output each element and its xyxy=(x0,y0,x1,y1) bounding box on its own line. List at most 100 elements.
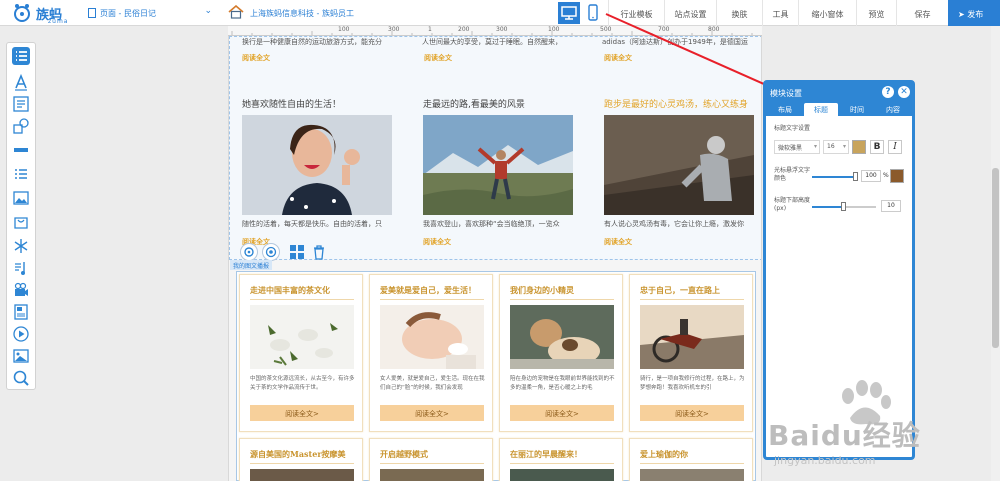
module-name-tag[interactable]: 我的图文播报 xyxy=(230,260,273,270)
font-family-value: 微软雅黑 xyxy=(778,145,803,152)
ruler-label: 100 xyxy=(548,26,560,33)
card[interactable]: 忠于自己，一直在路上 骑行，是一项自我修行的过程，在路上，为梦想奔跑！我喜欢听机… xyxy=(629,274,753,432)
read-more-link[interactable]: 阅读全文 xyxy=(604,237,632,247)
nav-preview[interactable]: 预览 xyxy=(856,0,896,26)
hover-opacity-slider[interactable] xyxy=(812,176,856,178)
card-divider xyxy=(250,463,354,464)
read-more-link[interactable]: 阅读全文 xyxy=(242,53,270,63)
card[interactable]: 开启越野模式 xyxy=(369,438,493,481)
read-more-button[interactable]: 阅读全文> xyxy=(510,405,614,421)
font-family-select[interactable]: 微软雅黑 ▾ xyxy=(774,140,820,154)
shapes-icon[interactable] xyxy=(12,117,30,135)
home-icon[interactable] xyxy=(228,5,244,19)
play-icon[interactable] xyxy=(12,325,30,343)
bullet-list-icon[interactable] xyxy=(12,165,30,183)
hover-opacity-input[interactable]: 100 xyxy=(861,170,881,182)
tab-content[interactable]: 内容 xyxy=(876,103,910,116)
tab-title[interactable]: 标题 xyxy=(804,103,838,116)
tab-time[interactable]: 时间 xyxy=(840,103,874,116)
nav-skin[interactable]: 换肤 xyxy=(716,0,762,26)
nav-save[interactable]: 保存 xyxy=(896,0,948,26)
ruler-label: 300 xyxy=(496,26,508,33)
close-icon[interactable]: ✕ xyxy=(898,86,910,98)
read-more-button[interactable]: 阅读全文> xyxy=(250,405,354,421)
card-title: 忠于自己，一直在路上 xyxy=(640,285,720,295)
image-text-cards-module[interactable]: 走进中国丰富的茶文化 中国的茶文化源远流长，从古至今，有许多关于茶的文学作品流传… xyxy=(236,271,756,481)
text-icon[interactable] xyxy=(12,73,30,91)
gallery-icon[interactable] xyxy=(12,189,30,207)
document-icon[interactable] xyxy=(12,303,30,321)
desktop-view-button[interactable] xyxy=(558,2,580,24)
video-camera-icon[interactable] xyxy=(12,281,30,299)
article-title[interactable]: 走最远的路,看最美的风景 xyxy=(423,97,525,110)
font-size-select[interactable]: 16 ▾ xyxy=(823,140,849,154)
card[interactable]: 爱上瑜伽的你 xyxy=(629,438,753,481)
card-divider xyxy=(510,463,614,464)
picture-icon[interactable] xyxy=(12,347,30,365)
article-image-runner[interactable] xyxy=(604,115,754,215)
card-divider xyxy=(250,299,354,300)
bold-button[interactable]: B xyxy=(870,140,884,154)
article-image-hiker[interactable] xyxy=(423,115,573,215)
ruler-label: 700 xyxy=(658,26,670,33)
panel-tabs: 布局 标题 时间 内容 xyxy=(766,101,912,116)
help-icon[interactable]: ? xyxy=(882,86,894,98)
article-module[interactable]: 换行是一种健康自然的运动旅游方式，能充分 人世间最大的享受，莫过于睡眠。自然醒来… xyxy=(229,36,761,261)
list-icon[interactable] xyxy=(12,47,30,65)
divider-icon[interactable] xyxy=(12,141,30,159)
page-scrollbar[interactable] xyxy=(991,26,1000,481)
page-selector[interactable]: 页面 - 民俗日记 ⌄ xyxy=(86,4,218,22)
read-more-button[interactable]: 阅读全文> xyxy=(640,405,744,421)
nav-industry-templates[interactable]: 行业模板 xyxy=(608,0,664,26)
company-link[interactable]: 上海族蚂信息科技 - 族蚂员工 xyxy=(250,8,354,19)
snowflake-icon[interactable] xyxy=(12,237,30,255)
mobile-view-button[interactable] xyxy=(582,2,604,24)
read-more-link[interactable]: 阅读全文 xyxy=(424,53,452,63)
read-more-link[interactable]: 阅读全文 xyxy=(423,237,451,247)
card[interactable]: 源自美国的Master按摩美 xyxy=(239,438,363,481)
ruler-ticks xyxy=(231,31,753,35)
bag-icon[interactable] xyxy=(12,213,30,231)
article-title[interactable]: 她喜欢随性自由的生活！ xyxy=(242,97,341,110)
article-image-woman[interactable] xyxy=(242,115,392,215)
read-more-button[interactable]: 阅读全文> xyxy=(380,405,484,421)
nav-site-settings[interactable]: 站点设置 xyxy=(664,0,716,26)
slider-knob[interactable] xyxy=(841,202,846,211)
card-description: 女人爱美，就是爱自己，爱生活。现在在我们自己的“脸”的时候，我们会发现 xyxy=(380,376,485,391)
tab-layout[interactable]: 布局 xyxy=(768,103,802,116)
settings-icon[interactable] xyxy=(240,243,258,261)
music-icon[interactable] xyxy=(12,259,30,277)
slider-knob[interactable] xyxy=(853,172,858,181)
ruler-label: 200 xyxy=(458,26,470,33)
publish-button[interactable]: ➤ 发布 xyxy=(948,0,1000,26)
card[interactable]: 在丽江的早晨醒来！ xyxy=(499,438,623,481)
nav-shrink-window[interactable]: 缩小窗体 xyxy=(798,0,856,26)
card-divider xyxy=(510,299,614,300)
phone-icon xyxy=(588,4,598,21)
chevron-down-icon: ▾ xyxy=(842,143,846,150)
italic-button[interactable]: I xyxy=(888,140,902,154)
card[interactable]: 走进中国丰富的茶文化 中国的茶文化源远流长，从古至今，有许多关于茶的文学作品流传… xyxy=(239,274,363,432)
title-color-swatch[interactable] xyxy=(852,140,866,154)
logo-subtext: zuma xyxy=(48,18,69,25)
card-title: 在丽江的早晨醒来！ xyxy=(510,449,582,459)
spacing-slider[interactable] xyxy=(812,206,842,208)
image-text-icon[interactable] xyxy=(12,95,30,113)
send-icon: ➤ xyxy=(958,10,968,19)
search-zoom-icon[interactable] xyxy=(12,369,30,387)
read-more-link[interactable]: 阅读全文 xyxy=(604,53,632,63)
target-icon[interactable] xyxy=(262,243,280,261)
card-divider xyxy=(640,463,744,464)
card[interactable]: 爱美就是爱自己，爱生活！ 女人爱美，就是爱自己，爱生活。现在在我们自己的“脸”的… xyxy=(369,274,493,432)
scrollbar-thumb[interactable] xyxy=(992,168,999,348)
grid-layout-icon[interactable] xyxy=(288,243,306,261)
trash-icon[interactable] xyxy=(310,243,328,261)
card[interactable]: 我们身边的小精灵 陪在身边的宠物是在我眼前世界能找到的不多的温柔一角，是否心暖之… xyxy=(499,274,623,432)
card-description: 中国的茶文化源远流长，从古至今，有许多关于茶的文学作品流传于世。 xyxy=(250,376,355,391)
logo-icon xyxy=(14,4,30,22)
hover-color-swatch[interactable] xyxy=(890,169,904,183)
nav-tools[interactable]: 工具 xyxy=(762,0,798,26)
article-title[interactable]: 跑步是最好的心灵鸡汤，练心又练身 xyxy=(604,97,748,110)
app-logo[interactable]: 族蚂 zuma xyxy=(12,3,82,25)
spacing-input[interactable]: 10 xyxy=(881,200,901,212)
